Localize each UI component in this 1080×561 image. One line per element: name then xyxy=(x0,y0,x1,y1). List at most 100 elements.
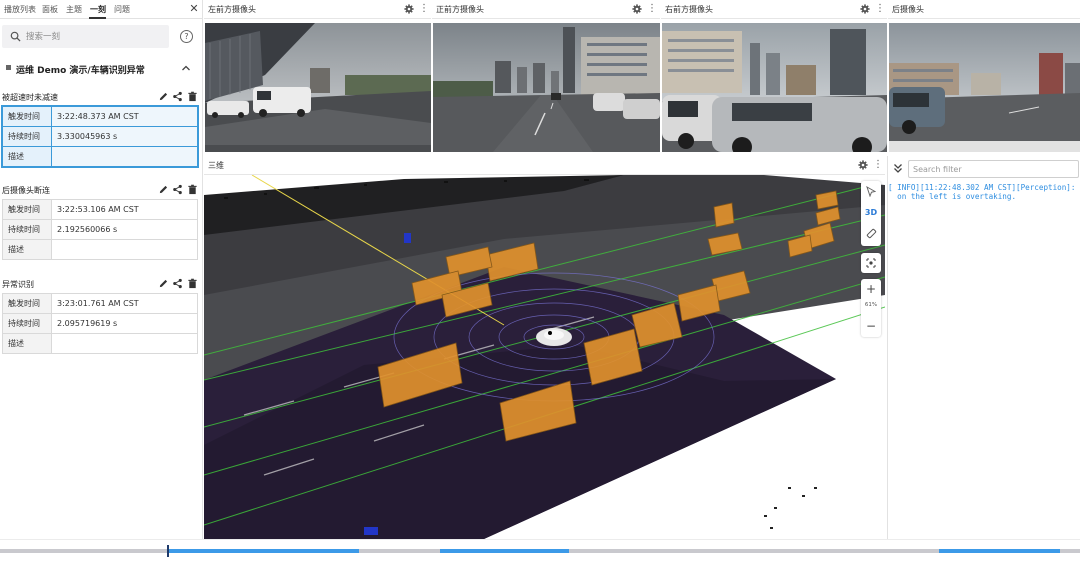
double-chevron-down-icon[interactable] xyxy=(892,162,904,174)
table-row: 描述 xyxy=(2,333,198,354)
log-entry: [ INFO][11:22:48.302 AM CST][Perception]… xyxy=(888,183,1080,201)
tab-playlist[interactable]: 播放列表 xyxy=(4,4,36,15)
detail-key: 触发时间 xyxy=(2,293,52,314)
table-row: 触发时间 3:22:53.106 AM CST xyxy=(2,199,198,220)
gear-icon[interactable] xyxy=(404,4,414,14)
timeline-moment-segment[interactable] xyxy=(167,549,359,553)
moment-group-header[interactable]: 运维 Demo 演示/车辆识别异常 xyxy=(0,59,203,79)
zoom-level: 61% xyxy=(864,302,878,308)
log-filter-input[interactable] xyxy=(908,160,1079,178)
table-row: 持续时间 2.095719619 s xyxy=(2,313,198,334)
more-options-icon[interactable]: ⋮ xyxy=(875,3,885,15)
timeline-moment-segment[interactable] xyxy=(939,549,1060,553)
edit-icon[interactable] xyxy=(158,184,169,195)
camera-panel-left-front: 左前方摄像头 ⋮ xyxy=(204,0,431,154)
ruler-icon[interactable] xyxy=(861,224,881,244)
edit-icon[interactable] xyxy=(158,278,169,289)
panel-title: 正前方摄像头 xyxy=(436,5,484,14)
tab-panels[interactable]: 面板 xyxy=(42,4,58,15)
moment-details-table: 触发时间 3:23:01.761 AM CST 持续时间 2.095719619 s… xyxy=(2,293,198,354)
chevron-up-icon[interactable] xyxy=(180,62,192,74)
moment-details-table: 触发时间 3:22:53.106 AM CST 持续时间 2.192560066 s… xyxy=(2,199,198,260)
table-row: 描述 xyxy=(2,146,198,167)
log-panel: [ INFO][11:22:48.302 AM CST][Perception]… xyxy=(887,156,1080,539)
edit-icon[interactable] xyxy=(158,91,169,102)
detail-key: 描述 xyxy=(2,239,52,260)
panel-title: 左前方摄像头 xyxy=(208,5,256,14)
share-icon[interactable] xyxy=(172,184,183,195)
camera-image-right-front xyxy=(662,23,887,152)
detail-key: 描述 xyxy=(2,146,52,167)
more-options-icon[interactable]: ⋮ xyxy=(419,3,429,15)
share-icon[interactable] xyxy=(172,91,183,102)
scene-3d-viewport[interactable] xyxy=(204,175,885,539)
panel-header: 三维 ⋮ xyxy=(204,156,885,175)
detail-value: 2.095719619 s xyxy=(51,313,198,334)
detail-key: 触发时间 xyxy=(2,199,52,220)
detail-key: 描述 xyxy=(2,333,52,354)
camera-panel-rear: 后摄像头 xyxy=(888,0,1080,154)
panel-header: 左前方摄像头 ⋮ xyxy=(204,0,431,19)
panel-title: 右前方摄像头 xyxy=(665,5,713,14)
recenter-button[interactable] xyxy=(861,253,881,273)
more-options-icon[interactable]: ⋮ xyxy=(647,3,657,15)
moment-title: 被超速时未减速 xyxy=(2,93,58,102)
detail-value: 2.192560066 s xyxy=(51,219,198,240)
search-icon xyxy=(10,31,21,42)
tab-themes[interactable]: 主题 xyxy=(66,4,82,15)
table-row: 持续时间 2.192560066 s xyxy=(2,219,198,240)
more-options-icon[interactable]: ⋮ xyxy=(873,159,883,171)
crosshair-icon xyxy=(866,258,876,268)
table-row: 触发时间 3:23:01.761 AM CST xyxy=(2,293,198,314)
group-bullet-icon xyxy=(6,65,11,70)
search-input[interactable] xyxy=(26,29,166,44)
panel-header: 后摄像头 xyxy=(888,0,1080,19)
delete-icon[interactable] xyxy=(187,278,198,289)
playback-timeline xyxy=(0,539,1080,561)
table-row: 持续时间 3.330045963 s xyxy=(2,126,198,147)
moment-search xyxy=(2,25,169,48)
panel-title: 后摄像头 xyxy=(892,5,924,14)
detail-key: 持续时间 xyxy=(2,126,52,147)
help-icon[interactable]: ? xyxy=(180,30,193,43)
moment-title: 后摄像头断连 xyxy=(2,186,50,195)
moment-title: 异常识别 xyxy=(2,280,34,289)
delete-icon[interactable] xyxy=(187,91,198,102)
moment-actions xyxy=(158,278,200,290)
active-tab-indicator xyxy=(89,17,106,19)
camera-panel-front: 正前方摄像头 ⋮ xyxy=(432,0,660,154)
detail-value: 3:23:01.761 AM CST xyxy=(51,293,198,314)
close-icon[interactable]: ✕ xyxy=(188,3,200,15)
gear-icon[interactable] xyxy=(632,4,642,14)
gear-icon[interactable] xyxy=(860,4,870,14)
share-icon[interactable] xyxy=(172,278,183,289)
moments-sidebar: 播放列表 面板 主题 一刻 问题 ✕ ? 运维 Demo 演示/车辆识别异常 被… xyxy=(0,0,203,540)
delete-icon[interactable] xyxy=(187,184,198,195)
gear-icon[interactable] xyxy=(858,160,868,170)
timeline-track[interactable] xyxy=(0,549,1080,553)
table-row: 触发时间 3:22:48.373 AM CST xyxy=(2,106,198,127)
select-cursor-icon[interactable] xyxy=(861,182,881,202)
camera-panel-right-front: 右前方摄像头 ⋮ xyxy=(661,0,887,154)
detail-key: 持续时间 xyxy=(2,313,52,334)
sidebar-tabs: 播放列表 面板 主题 一刻 问题 ✕ xyxy=(0,0,203,19)
detail-value: 3:22:53.106 AM CST xyxy=(51,199,198,220)
camera-image-left-front xyxy=(205,23,431,152)
detail-value[interactable] xyxy=(51,333,198,354)
scene-3d-panel: 三维 ⋮ xyxy=(204,156,885,539)
camera-image-front xyxy=(433,23,660,152)
detail-key: 触发时间 xyxy=(2,106,52,127)
timeline-moment-segment[interactable] xyxy=(440,549,569,553)
zoom-in-button[interactable]: + xyxy=(861,281,881,297)
zoom-out-button[interactable]: − xyxy=(861,318,881,334)
detail-value[interactable] xyxy=(51,239,198,260)
playhead[interactable] xyxy=(167,545,169,557)
panel-header: 右前方摄像头 ⋮ xyxy=(661,0,887,19)
detail-value: 3:22:48.373 AM CST xyxy=(51,106,198,127)
tab-issues[interactable]: 问题 xyxy=(114,4,130,15)
moment-actions xyxy=(158,184,200,196)
toggle-3d-button[interactable]: 3D xyxy=(861,203,881,223)
tab-moments[interactable]: 一刻 xyxy=(90,4,106,15)
detail-key: 持续时间 xyxy=(2,219,52,240)
detail-value[interactable] xyxy=(51,146,198,167)
